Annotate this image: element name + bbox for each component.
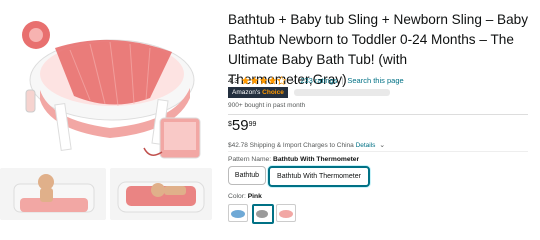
chevron-down-icon[interactable]: ⌄ [379, 142, 385, 149]
color-label-text: Color: [228, 193, 246, 200]
ratings-link[interactable]: 233 ratings [300, 76, 337, 85]
badge-suffix: Choice [262, 88, 284, 96]
pattern-option-bathtub-with-thermometer[interactable]: Bathtub With Thermometer [268, 166, 370, 187]
star-icon [250, 75, 260, 84]
divider [228, 114, 528, 115]
thumbnail-baby-in-tub[interactable] [0, 168, 106, 220]
color-swatch-gray[interactable] [252, 204, 274, 224]
chevron-down-icon[interactable]: ⌄ [290, 76, 296, 84]
color-swatch-blue[interactable] [228, 204, 248, 222]
rating-value: 4.3 [228, 75, 239, 85]
shipping-info: $42.78 Shipping & Import Charges to Chin… [228, 141, 389, 149]
color-selected-value: Pink [247, 193, 262, 200]
divider [228, 151, 528, 152]
main-product-image[interactable] [0, 0, 212, 165]
pattern-label: Pattern Name: Bathtub With Thermometer [228, 156, 359, 163]
pattern-selected-value: Bathtub With Thermometer [272, 156, 360, 163]
pattern-label-text: Pattern Name: [228, 156, 272, 163]
separator: | [341, 75, 344, 85]
price: $ 59 99 [228, 118, 256, 138]
search-page-link[interactable]: Search this page [347, 76, 403, 85]
thumbnail-baby-on-sling[interactable] [110, 168, 212, 220]
price-whole: 59 [231, 117, 249, 134]
blurred-text [293, 88, 390, 96]
bought-count: 900+ bought in past month [228, 102, 306, 109]
star-icon [241, 75, 251, 84]
star-icon [268, 75, 278, 84]
half-star-icon [277, 75, 287, 85]
amazons-choice-badge[interactable]: Amazon's Choice [228, 86, 288, 98]
badge-row: Amazon's Choice [228, 86, 390, 98]
color-swatch-pink[interactable] [276, 204, 296, 222]
rating-row: 4.3 ⌄ 233 ratings | Search this page [228, 74, 404, 86]
price-fraction: 99 [248, 121, 257, 128]
star-icon [259, 75, 269, 84]
star-rating[interactable] [241, 75, 287, 85]
color-label: Color: Pink [228, 193, 262, 200]
shipping-text: $42.78 Shipping & Import Charges to Chin… [228, 142, 354, 149]
image-thumbnails [0, 168, 212, 220]
badge-prefix: Amazon's [232, 88, 261, 96]
details-link[interactable]: Details [356, 142, 376, 149]
pattern-option-bathtub[interactable]: Bathtub [228, 166, 266, 185]
